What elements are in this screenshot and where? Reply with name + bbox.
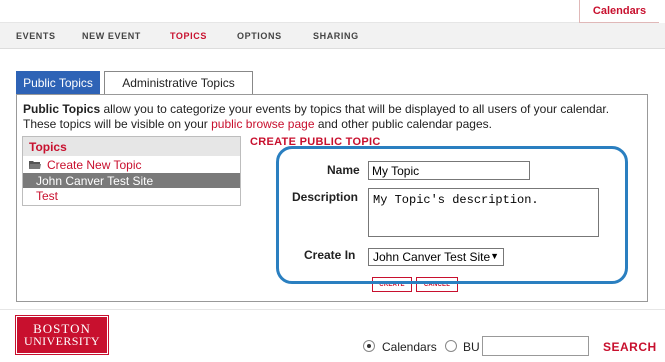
create-new-topic-label: Create New Topic	[47, 157, 142, 172]
tab-administrative-topics[interactable]: Administrative Topics	[104, 71, 253, 94]
form-highlight-outline	[276, 146, 628, 284]
intro-text-3: and other public calendar pages.	[314, 117, 492, 131]
create-new-topic-link[interactable]: Create New Topic	[23, 156, 240, 173]
intro-text-2: These topics will be visible on your	[23, 117, 212, 131]
nav-topics[interactable]: TOPICS	[170, 31, 207, 41]
search-button[interactable]: SEARCH	[603, 340, 657, 354]
boston-university-logo[interactable]: BOSTON UNIVERSITY	[15, 315, 109, 355]
logo-line-2: UNIVERSITY	[24, 334, 100, 348]
nav-sharing[interactable]: SHARING	[313, 31, 359, 41]
radio-calendars[interactable]	[363, 340, 375, 352]
folder-icon	[29, 160, 41, 169]
public-browse-page-link[interactable]: public browse page	[211, 117, 314, 131]
list-item[interactable]: Test	[23, 188, 240, 203]
top-bar: Calendars	[0, 0, 665, 23]
calendars-tab[interactable]: Calendars	[579, 0, 659, 23]
intro-text-1: allow you to categorize your events by t…	[100, 102, 610, 116]
search-input[interactable]	[482, 336, 589, 356]
intro-text: Public Topics allow you to categorize yo…	[23, 102, 643, 132]
radio-bu[interactable]	[445, 340, 457, 352]
footer: BOSTON UNIVERSITY Calendars BU SEARCH	[0, 310, 665, 362]
intro-bold: Public Topics	[23, 102, 101, 116]
list-item-selected[interactable]: John Canver Test Site	[23, 173, 240, 188]
main-nav: EVENTS NEW EVENT TOPICS OPTIONS SHARING	[0, 23, 665, 49]
topics-list: Topics Create New Topic John Canver Test…	[22, 136, 241, 206]
radio-calendars-label: Calendars	[382, 340, 437, 354]
radio-bu-label: BU	[463, 340, 480, 354]
nav-new-event[interactable]: NEW EVENT	[82, 31, 141, 41]
nav-options[interactable]: OPTIONS	[237, 31, 282, 41]
topics-list-header: Topics	[23, 137, 240, 156]
nav-events[interactable]: EVENTS	[16, 31, 56, 41]
tab-public-topics[interactable]: Public Topics	[16, 71, 100, 94]
